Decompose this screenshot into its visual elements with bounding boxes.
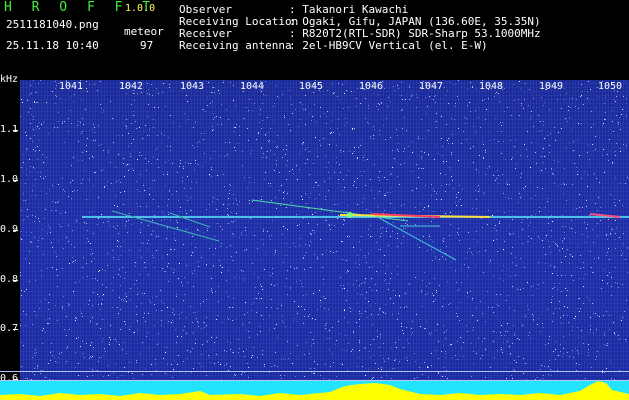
x-tick-label: 1050 bbox=[598, 81, 623, 92]
x-tick-label: 1042 bbox=[119, 81, 144, 92]
signal-level-bar bbox=[0, 381, 629, 400]
y-tick-label: 1.1 bbox=[0, 124, 19, 135]
activity-fill bbox=[0, 381, 629, 400]
meteor-trace bbox=[371, 213, 457, 261]
meteor-head bbox=[347, 212, 353, 218]
header-panel: H R O F F T 1.0.0 2511181040.png meteor … bbox=[0, 0, 629, 80]
detection-type: meteor bbox=[124, 25, 164, 38]
timestamp: 25.11.18 10:40 bbox=[6, 39, 99, 52]
x-tick-label: 1043 bbox=[180, 81, 205, 92]
x-tick-label: 1047 bbox=[419, 81, 444, 92]
x-tick-label: 1044 bbox=[240, 81, 265, 92]
meteor-trace bbox=[111, 210, 220, 242]
echo-traces bbox=[82, 199, 629, 261]
detection-count: 97 bbox=[140, 39, 154, 52]
x-tick-label: 1048 bbox=[479, 81, 504, 92]
x-tick-label: 1041 bbox=[59, 81, 84, 92]
y-tick-label: 0.7 bbox=[0, 323, 19, 334]
meteor-trace bbox=[251, 199, 409, 222]
filename: 2511181040.png bbox=[6, 18, 99, 31]
spectrogram bbox=[20, 80, 629, 400]
x-tick-label: 1049 bbox=[539, 81, 564, 92]
x-tick-label: 1045 bbox=[299, 81, 324, 92]
app-version: 1.0.0 bbox=[125, 3, 156, 14]
y-axis-unit: kHz bbox=[0, 74, 19, 85]
info-label-antenna: Receiving antenna bbox=[179, 39, 292, 52]
meteor-trace bbox=[169, 212, 211, 228]
y-tick-label: 0.8 bbox=[0, 274, 19, 285]
y-tick-label: 0.9 bbox=[0, 224, 19, 235]
reference-line bbox=[0, 371, 629, 372]
x-tick-label: 1046 bbox=[359, 81, 384, 92]
y-tick-label: 1.0 bbox=[0, 174, 19, 185]
info-value-antenna: : 2el-HB9CV Vertical (el. E-W) bbox=[289, 39, 488, 52]
activity-plot bbox=[0, 381, 629, 400]
